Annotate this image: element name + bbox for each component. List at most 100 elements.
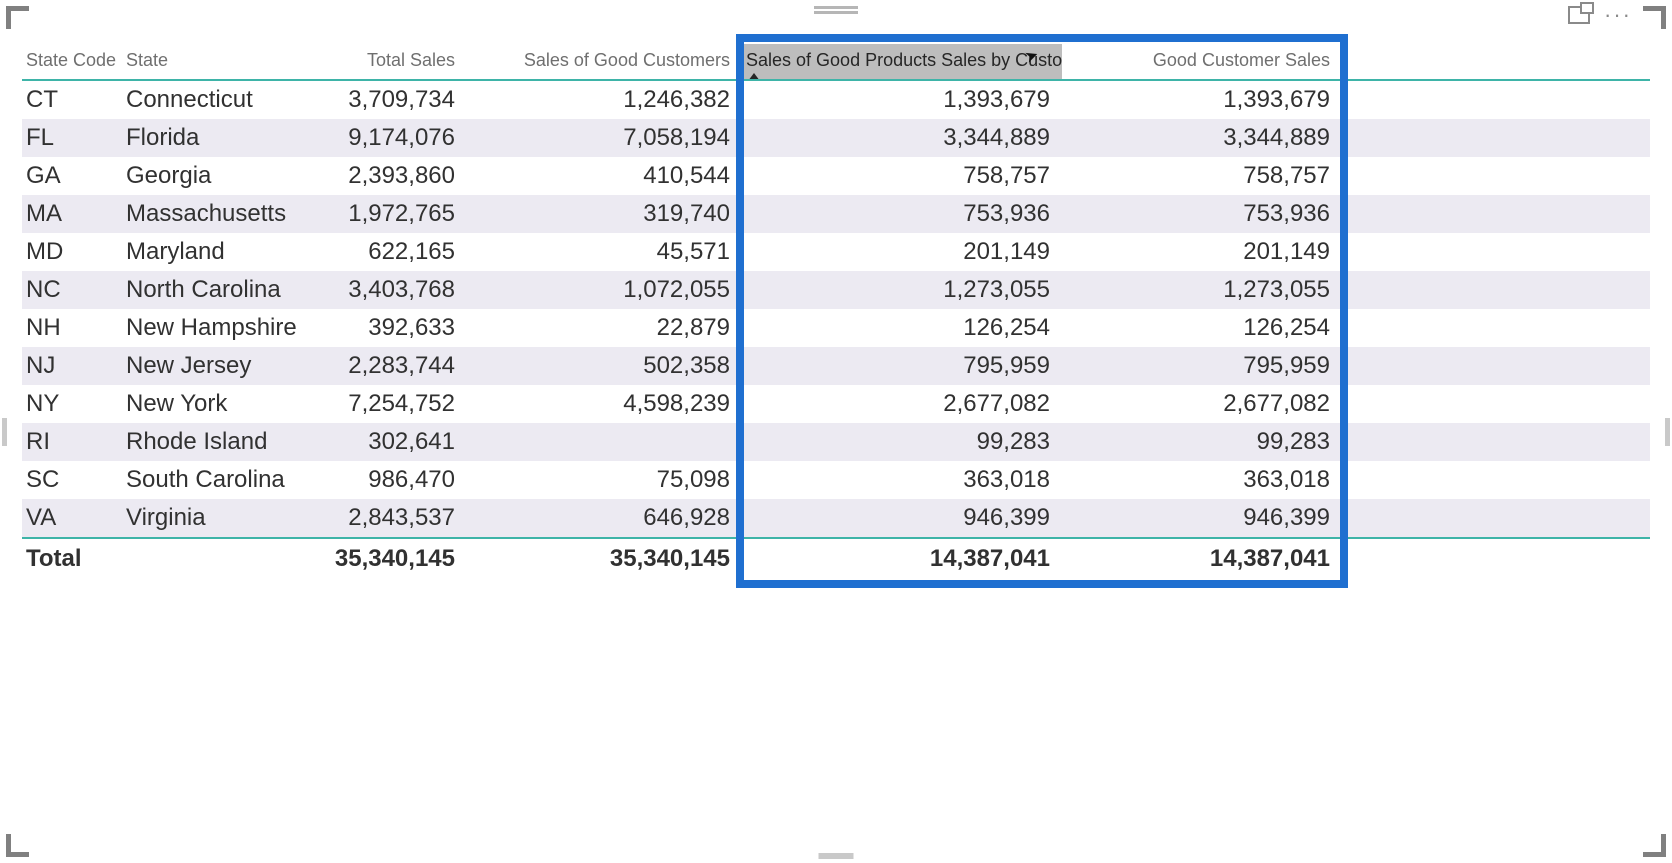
cell-good-customer-sales: 3,344,889 <box>1062 119 1342 157</box>
table-row[interactable]: NYNew York7,254,7524,598,2392,677,0822,6… <box>22 385 1650 423</box>
table-body: CTConnecticut3,709,7341,246,3821,393,679… <box>22 80 1650 538</box>
focus-mode-icon[interactable] <box>1568 6 1590 24</box>
table-visual[interactable]: State Code State Total Sales Sales of Go… <box>22 44 1650 578</box>
cell-sales-good-products: 363,018 <box>742 461 1062 499</box>
cell-total-sales: 2,393,860 <box>317 157 467 195</box>
cell-total-sales: 3,403,768 <box>317 271 467 309</box>
cell-state-code: CT <box>22 80 122 119</box>
cell-state: Florida <box>122 119 317 157</box>
cell-state-code: NH <box>22 309 122 347</box>
cell-sales-good-customers: 502,358 <box>467 347 742 385</box>
total-good-customer-sales: 14,387,041 <box>1062 538 1342 578</box>
cell-sales-good-customers: 7,058,194 <box>467 119 742 157</box>
header-good-customer-sales[interactable]: Good Customer Sales <box>1062 44 1342 80</box>
resize-handle-bottom-right[interactable] <box>1643 834 1666 857</box>
header-sales-good-customers[interactable]: Sales of Good Customers <box>467 44 742 80</box>
cell-state-code: MA <box>22 195 122 233</box>
cell-state-code: GA <box>22 157 122 195</box>
cell-state-code: NJ <box>22 347 122 385</box>
cell-total-sales: 2,843,537 <box>317 499 467 538</box>
table-row[interactable]: NHNew Hampshire392,63322,879126,254126,2… <box>22 309 1650 347</box>
table-row[interactable]: RIRhode Island302,64199,28399,283 <box>22 423 1650 461</box>
resize-handle-top-right[interactable] <box>1643 6 1666 29</box>
cell-state: New Hampshire <box>122 309 317 347</box>
cell-sales-good-customers: 410,544 <box>467 157 742 195</box>
cell-state-code: NC <box>22 271 122 309</box>
cell-state: Massachusetts <box>122 195 317 233</box>
cell-state: Rhode Island <box>122 423 317 461</box>
cell-total-sales: 986,470 <box>317 461 467 499</box>
cell-good-customer-sales: 946,399 <box>1062 499 1342 538</box>
cell-state: New York <box>122 385 317 423</box>
cell-sales-good-customers: 22,879 <box>467 309 742 347</box>
resize-handle-right[interactable] <box>1665 418 1670 446</box>
cell-state: Georgia <box>122 157 317 195</box>
cell-sales-good-customers: 1,246,382 <box>467 80 742 119</box>
cell-state-code: SC <box>22 461 122 499</box>
table-row[interactable]: NCNorth Carolina3,403,7681,072,0551,273,… <box>22 271 1650 309</box>
total-row: Total 35,340,145 35,340,145 14,387,041 1… <box>22 538 1650 578</box>
cell-sales-good-customers: 75,098 <box>467 461 742 499</box>
cell-good-customer-sales: 126,254 <box>1062 309 1342 347</box>
table-row[interactable]: VAVirginia2,843,537646,928946,399946,399 <box>22 499 1650 538</box>
cell-total-sales: 3,709,734 <box>317 80 467 119</box>
cell-state: Connecticut <box>122 80 317 119</box>
cell-sales-good-products: 795,959 <box>742 347 1062 385</box>
cell-sales-good-products: 946,399 <box>742 499 1062 538</box>
resize-handle-bottom-left[interactable] <box>6 834 29 857</box>
total-total-sales: 35,340,145 <box>317 538 467 578</box>
resize-handle-bottom[interactable] <box>819 853 854 859</box>
cell-sales-good-customers: 4,598,239 <box>467 385 742 423</box>
total-label: Total <box>22 538 122 578</box>
header-state-code[interactable]: State Code <box>22 44 122 80</box>
cell-good-customer-sales: 753,936 <box>1062 195 1342 233</box>
resize-handle-left[interactable] <box>2 418 7 446</box>
cell-total-sales: 7,254,752 <box>317 385 467 423</box>
table-row[interactable]: MDMaryland622,16545,571201,149201,149 <box>22 233 1650 271</box>
cell-state: North Carolina <box>122 271 317 309</box>
cell-total-sales: 622,165 <box>317 233 467 271</box>
cell-sales-good-products: 99,283 <box>742 423 1062 461</box>
cell-state-code: MD <box>22 233 122 271</box>
cell-good-customer-sales: 2,677,082 <box>1062 385 1342 423</box>
cell-sales-good-products: 753,936 <box>742 195 1062 233</box>
cell-total-sales: 302,641 <box>317 423 467 461</box>
cell-state-code: NY <box>22 385 122 423</box>
drag-handle-top[interactable] <box>814 6 858 16</box>
table-row[interactable]: SCSouth Carolina986,47075,098363,018363,… <box>22 461 1650 499</box>
cell-state-code: FL <box>22 119 122 157</box>
header-total-sales[interactable]: Total Sales <box>317 44 467 80</box>
cell-sales-good-products: 126,254 <box>742 309 1062 347</box>
table-row[interactable]: FLFlorida9,174,0767,058,1943,344,8893,34… <box>22 119 1650 157</box>
cell-sales-good-customers: 45,571 <box>467 233 742 271</box>
table-row[interactable]: GAGeorgia2,393,860410,544758,757758,757 <box>22 157 1650 195</box>
cell-sales-good-customers: 646,928 <box>467 499 742 538</box>
table-row[interactable]: NJNew Jersey2,283,744502,358795,959795,9… <box>22 347 1650 385</box>
cell-sales-good-products: 1,393,679 <box>742 80 1062 119</box>
cell-state: Virginia <box>122 499 317 538</box>
resize-handle-top-left[interactable] <box>6 6 29 29</box>
cell-good-customer-sales: 363,018 <box>1062 461 1342 499</box>
total-sales-good-customers: 35,340,145 <box>467 538 742 578</box>
sales-table: State Code State Total Sales Sales of Go… <box>22 44 1650 578</box>
table-row[interactable]: CTConnecticut3,709,7341,246,3821,393,679… <box>22 80 1650 119</box>
cell-sales-good-customers: 1,072,055 <box>467 271 742 309</box>
header-state[interactable]: State <box>122 44 317 80</box>
total-sales-good-products: 14,387,041 <box>742 538 1062 578</box>
cell-good-customer-sales: 201,149 <box>1062 233 1342 271</box>
cell-sales-good-customers <box>467 423 742 461</box>
cell-good-customer-sales: 758,757 <box>1062 157 1342 195</box>
cell-total-sales: 1,972,765 <box>317 195 467 233</box>
cell-sales-good-products: 201,149 <box>742 233 1062 271</box>
sort-ascending-icon <box>748 73 760 80</box>
table-row[interactable]: MAMassachusetts1,972,765319,740753,93675… <box>22 195 1650 233</box>
cell-total-sales: 392,633 <box>317 309 467 347</box>
report-canvas: ··· State Code State Total Sales Sales o… <box>0 0 1672 863</box>
cell-state: South Carolina <box>122 461 317 499</box>
header-pad <box>1342 44 1650 80</box>
cell-sales-good-products: 2,677,082 <box>742 385 1062 423</box>
header-sales-good-products-by-customer[interactable]: Sales of Good Products Sales by Customer… <box>742 44 1062 80</box>
header-row: State Code State Total Sales Sales of Go… <box>22 44 1650 80</box>
cell-total-sales: 2,283,744 <box>317 347 467 385</box>
cell-good-customer-sales: 99,283 <box>1062 423 1342 461</box>
